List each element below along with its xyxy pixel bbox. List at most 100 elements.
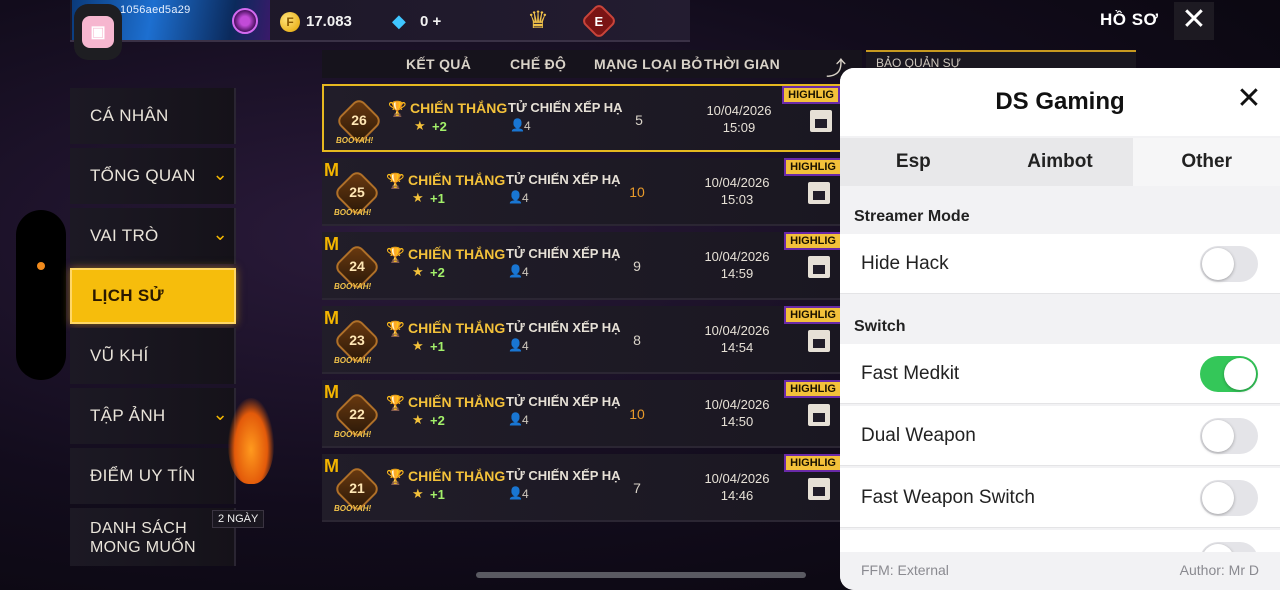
option-label: Dual Weapon: [861, 425, 976, 446]
save-replay-icon[interactable]: [808, 182, 830, 204]
fast-weapon-switch-toggle[interactable]: [1200, 480, 1258, 516]
save-replay-icon[interactable]: [808, 478, 830, 500]
star-icon: ★: [412, 190, 424, 205]
rank-points: +1: [430, 487, 445, 502]
match-rank: 25: [349, 184, 365, 200]
match-datetime: 10/04/2026 15:03: [704, 175, 770, 207]
rank-badge-icon[interactable]: ♛: [522, 6, 554, 36]
booyah-label: BOOYAH!: [334, 504, 372, 513]
save-replay-icon[interactable]: [810, 110, 832, 132]
table-row[interactable]: M 22 BOOYAH! 🏆 CHIẾN THẮNG ★ +2 TỬ CHIẾN XẾP HẠ…: [322, 380, 842, 448]
footer-author: Author: Mr D: [1179, 562, 1259, 578]
side-handle[interactable]: [16, 210, 66, 380]
table-row[interactable]: M 24 BOOYAH! 🏆 CHIẾN THẮNG ★ +2 TỬ CHIẾN XẾP HẠ…: [322, 232, 842, 300]
diamond-balance[interactable]: 0 +: [420, 13, 441, 30]
app-icon[interactable]: ▣: [74, 4, 122, 60]
booyah-label: BOOYAH!: [334, 282, 372, 291]
person-icon: 👤: [508, 190, 523, 204]
save-replay-icon[interactable]: [808, 404, 830, 426]
sidebar-item-overview[interactable]: TỔNG QUAN ⌄: [70, 148, 236, 204]
tab-esp[interactable]: Esp: [840, 138, 987, 186]
sidebar-item-roles[interactable]: VAI TRÒ ⌄: [70, 208, 236, 264]
highlight-tag[interactable]: HIGHLIG: [784, 158, 842, 176]
sidebar-item-reputation[interactable]: ĐIỂM UY TÍN: [70, 448, 236, 504]
section-label-switch: Switch: [854, 318, 906, 335]
scrollbar[interactable]: [476, 572, 806, 578]
hide-hack-toggle[interactable]: [1200, 246, 1258, 282]
table-row[interactable]: M 25 BOOYAH! 🏆 CHIẾN THẮNG ★ +1 TỬ CHIẾN XẾP HẠ…: [322, 158, 842, 226]
person-icon: 👤: [508, 412, 523, 426]
tab-other[interactable]: Other: [1133, 138, 1280, 186]
pet-character[interactable]: [228, 398, 274, 484]
team-size: 4: [522, 413, 529, 427]
panel-header: DS Gaming ✕: [840, 68, 1280, 136]
v-badge-icon: M: [324, 160, 339, 180]
match-datetime: 10/04/2026 14:54: [704, 323, 770, 355]
kill-count: 10: [629, 406, 645, 422]
footer-version: FFM: External: [861, 562, 949, 578]
person-icon: 👤: [508, 264, 523, 278]
match-mode: TỬ CHIẾN XẾP HẠ: [506, 394, 621, 409]
table-row[interactable]: 26 BOOYAH! 🏆 CHIẾN THẮNG ★ +2 TỬ CHIẾN XẾP HẠ 👤…: [322, 84, 842, 152]
match-result: CHIẾN THẮNG: [408, 246, 506, 262]
player-uid: 1056aed5a29: [120, 4, 191, 16]
avatar: ▣: [82, 16, 114, 48]
person-icon: 👤: [508, 338, 523, 352]
rank-points: +1: [430, 191, 445, 206]
team-size: 4: [524, 119, 531, 133]
coin-balance: 17.083: [306, 13, 352, 30]
chevron-down-icon: ⌄: [212, 164, 228, 184]
booyah-label: BOOYAH!: [334, 356, 372, 365]
page-title: HỒ SƠ: [1100, 10, 1159, 29]
match-datetime: 10/04/2026 14:59: [704, 249, 770, 281]
match-mode: TỬ CHIẾN XẾP HẠ: [506, 246, 621, 261]
trophy-icon: 🏆: [388, 101, 407, 118]
fast-medkit-toggle[interactable]: [1200, 356, 1258, 392]
save-replay-icon[interactable]: [808, 330, 830, 352]
mod-menu-panel: DS Gaming ✕ Esp Aimbot Other Streamer Mo…: [840, 68, 1280, 590]
close-icon[interactable]: ✕: [1234, 84, 1264, 114]
match-rank: 22: [349, 406, 365, 422]
save-replay-icon[interactable]: [808, 256, 830, 278]
kill-count: 5: [635, 112, 643, 128]
booyah-label: BOOYAH!: [336, 136, 374, 145]
trophy-icon: 🏆: [386, 321, 405, 338]
coin-icon: F: [280, 12, 300, 32]
v-badge-icon: M: [324, 382, 339, 402]
star-icon: ★: [412, 264, 424, 279]
highlight-tag[interactable]: HIGHLIG: [784, 232, 842, 250]
highlight-tag[interactable]: HIGHLIG: [784, 454, 842, 472]
chevron-down-icon: ⌄: [212, 404, 228, 424]
team-size: 4: [522, 191, 529, 205]
highlight-tag[interactable]: HIGHLIG: [784, 380, 842, 398]
kill-count: 8: [633, 332, 641, 348]
rank-points: +2: [430, 413, 445, 428]
trophy-icon: 🏆: [386, 469, 405, 486]
tab-aimbot[interactable]: Aimbot: [987, 138, 1134, 186]
close-button[interactable]: ✕: [1174, 2, 1214, 40]
option-fast-medkit[interactable]: Fast Medkit: [840, 344, 1280, 404]
v-badge-icon: M: [324, 234, 339, 254]
panel-title: DS Gaming: [995, 88, 1125, 115]
highlight-tag[interactable]: HIGHLIG: [784, 306, 842, 324]
dual-weapon-toggle[interactable]: [1200, 418, 1258, 454]
highlight-tag[interactable]: HIGHLIG: [782, 86, 840, 104]
team-size: 4: [522, 265, 529, 279]
option-fast-weapon-switch[interactable]: Fast Weapon Switch: [840, 468, 1280, 528]
sidebar-item-personal[interactable]: CÁ NHÂN: [70, 88, 236, 144]
table-row[interactable]: M 21 BOOYAH! 🏆 CHIẾN THẮNG ★ +1 TỬ CHIẾN XẾP HẠ…: [322, 454, 842, 522]
sidebar-item-weapons[interactable]: VŨ KHÍ: [70, 328, 236, 384]
rank-ring-icon: [232, 8, 258, 34]
sidebar-item-album[interactable]: TẬP ẢNH ⌄: [70, 388, 236, 444]
rank-points: +2: [432, 119, 447, 134]
match-result: CHIẾN THẮNG: [408, 468, 506, 484]
option-hide-hack[interactable]: Hide Hack: [840, 234, 1280, 294]
column-header-result: KẾT QUẢ: [406, 56, 472, 72]
rank-points: +1: [430, 339, 445, 354]
sidebar-item-history[interactable]: LỊCH SỬ: [70, 268, 236, 324]
option-dual-weapon[interactable]: Dual Weapon: [840, 406, 1280, 466]
team-size: 4: [522, 487, 529, 501]
option-label: Fast Medkit: [861, 363, 960, 384]
column-header-time: THỜI GIAN: [704, 56, 781, 72]
table-row[interactable]: M 23 BOOYAH! 🏆 CHIẾN THẮNG ★ +1 TỬ CHIẾN XẾP HẠ…: [322, 306, 842, 374]
